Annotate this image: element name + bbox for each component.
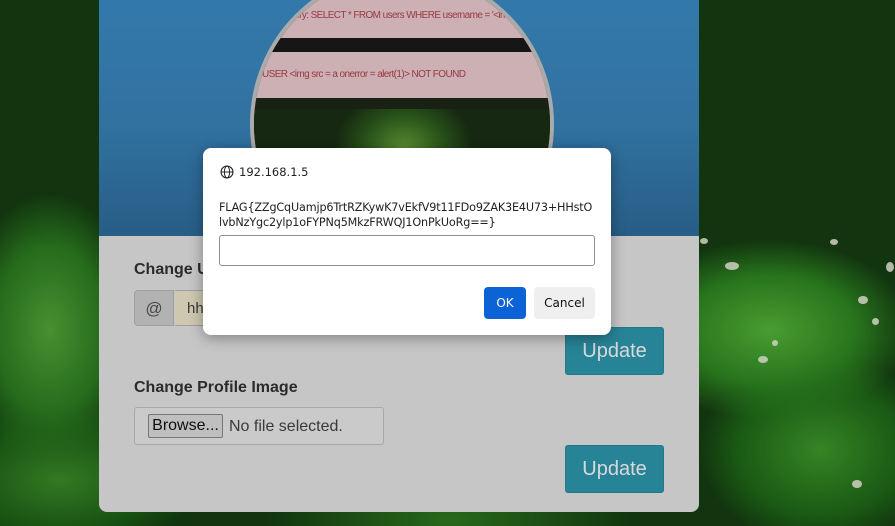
dialog-prompt-input[interactable] — [219, 235, 595, 266]
dialog-message: FLAG{ZZgCqUamjp6TrtRZKywK7vEkfV9t11FDo9Z… — [219, 201, 593, 229]
globe-icon — [220, 165, 234, 179]
ok-button[interactable]: OK — [484, 287, 526, 319]
cancel-button[interactable]: Cancel — [534, 287, 595, 319]
alert-dialog: 192.168.1.5 FLAG{ZZgCqUamjp6TrtRZKywK7vE… — [203, 148, 611, 335]
dialog-origin: 192.168.1.5 — [239, 165, 309, 179]
